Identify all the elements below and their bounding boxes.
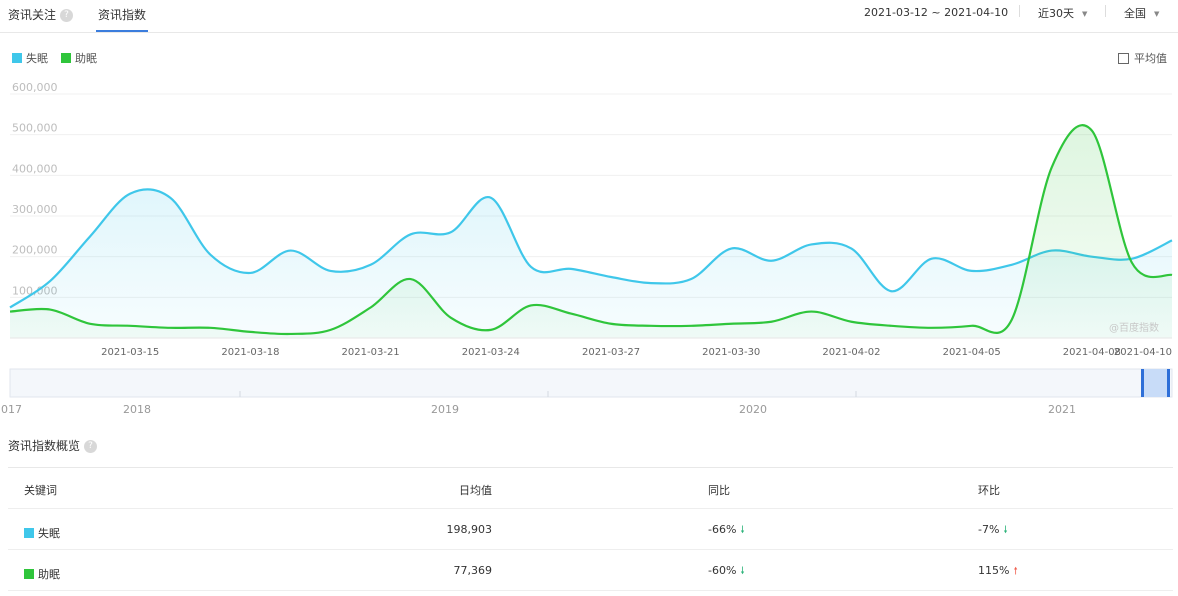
x-tick-label: 2021-03-30 (702, 347, 760, 358)
yoy-value: -66% 🠗 (708, 523, 745, 540)
x-tick-label: 2021-03-15 (101, 347, 159, 358)
help-icon[interactable]: ? (60, 9, 74, 22)
daily-avg-value: 77,369 (453, 564, 493, 577)
date-range[interactable]: 2021-03-12 ~ 2021-04-10 (864, 6, 1008, 19)
timeline-year-label: 2018 (123, 403, 151, 416)
tab-news-index[interactable]: 资讯指数 (95, 6, 149, 32)
x-tick-label: 2021-04-10 (1114, 347, 1172, 358)
overview-table: 关键词 日均值 同比 环比 失眠 198,903 -66% 🠗 -7% 🠗 助眠 7… (8, 467, 1173, 591)
yoy-value: -60% 🠗 (708, 564, 745, 581)
header-yoy: 同比 (708, 484, 730, 497)
timeline-scroller (9, 368, 1173, 398)
y-tick-label: 300,000 (12, 203, 58, 216)
header-keyword: 关键词 (24, 484, 57, 497)
timeline-handle-right (1167, 369, 1170, 397)
region-dropdown-value: 全国 (1124, 7, 1146, 20)
timeline-year-label: 2017 (0, 403, 22, 416)
header-daily-avg: 日均值 (459, 484, 492, 497)
tab-news-attention-label: 资讯关注 (8, 8, 57, 22)
x-tick-label: 2021-03-24 (462, 347, 520, 358)
table-header-row: 关键词 日均值 同比 环比 (8, 468, 1173, 509)
average-toggle[interactable]: 平均值 (1118, 50, 1167, 66)
mom-value: 115% 🠕 (978, 564, 1018, 581)
caret-down-icon: ▼ (1154, 10, 1160, 18)
yoy-text: -60% (708, 564, 737, 577)
divider (1019, 5, 1020, 17)
keyword-label: 失眠 (38, 527, 60, 540)
series-area-0 (10, 189, 1172, 338)
arrow-down-icon: 🠗 (1003, 525, 1008, 536)
x-tick-label: 2021-03-18 (221, 347, 279, 358)
row-keyword: 助眠 (24, 566, 60, 582)
x-tick-label: 2021-04-08 (1063, 347, 1121, 358)
x-tick-label: 2021-03-21 (342, 347, 400, 358)
row-keyword: 失眠 (24, 525, 60, 541)
header-mom: 环比 (978, 484, 1000, 497)
tab-news-index-label: 资讯指数 (98, 8, 147, 22)
timeline-handle-left (1141, 369, 1144, 397)
caret-down-icon: ▼ (1082, 10, 1088, 18)
legend-label: 失眠 (26, 52, 48, 65)
timeline-year-label: 2019 (431, 403, 459, 416)
timeline-year-label: 2021 (1048, 403, 1076, 416)
x-tick-label: 2021-04-02 (822, 347, 880, 358)
arrow-up-icon: 🠕 (1013, 566, 1018, 577)
region-dropdown[interactable]: 全国 ▼ (1124, 5, 1159, 21)
overview-title: 资讯指数概览? (8, 437, 98, 454)
tab-news-attention[interactable]: 资讯关注? (8, 6, 74, 23)
table-row: 助眠 77,369 -60% 🠗 115% 🠕 (8, 550, 1173, 591)
period-dropdown[interactable]: 近30天 ▼ (1038, 5, 1087, 21)
help-icon[interactable]: ? (84, 440, 98, 453)
mom-text: 115% (978, 564, 1010, 577)
y-tick-label: 200,000 (12, 244, 58, 257)
watermark: @百度指数 (1109, 323, 1159, 334)
top-bar: 资讯关注? 资讯指数 2021-03-12 ~ 2021-04-10 近30天 ▼… (0, 0, 1178, 33)
table-row: 失眠 198,903 -66% 🠗 -7% 🠗 (8, 509, 1173, 550)
average-checkbox[interactable] (1118, 52, 1129, 64)
legend-swatch (61, 53, 71, 63)
daily-avg-value: 198,903 (446, 523, 493, 536)
keyword-label: 助眠 (38, 568, 60, 581)
y-tick-label: 500,000 (12, 122, 58, 135)
yoy-text: -66% (708, 523, 737, 536)
y-tick-label: 400,000 (12, 162, 58, 175)
timeline-year-label: 2020 (739, 403, 767, 416)
mom-value: -7% 🠗 (978, 523, 1008, 540)
trend-chart: 100,000200,000300,000400,000500,000600,0… (0, 81, 1173, 416)
legend-item-sleep-aid[interactable]: 助眠 (61, 50, 97, 66)
x-tick-label: 2021-04-05 (943, 347, 1001, 358)
arrow-down-icon: 🠗 (740, 525, 745, 536)
keyword-swatch (24, 528, 34, 538)
divider (1105, 5, 1106, 17)
legend-swatch (12, 53, 22, 63)
arrow-down-icon: 🠗 (740, 566, 745, 577)
x-tick-label: 2021-03-27 (582, 347, 640, 358)
overview-title-text: 资讯指数概览 (8, 439, 81, 453)
timeline-selection (1142, 369, 1170, 397)
keyword-swatch (24, 569, 34, 579)
mom-text: -7% (978, 523, 1000, 536)
legend-label: 助眠 (75, 52, 97, 65)
period-dropdown-value: 近30天 (1038, 7, 1074, 20)
average-toggle-label: 平均值 (1134, 52, 1167, 65)
y-tick-label: 600,000 (12, 81, 58, 94)
legend-item-insomnia[interactable]: 失眠 (12, 50, 48, 66)
